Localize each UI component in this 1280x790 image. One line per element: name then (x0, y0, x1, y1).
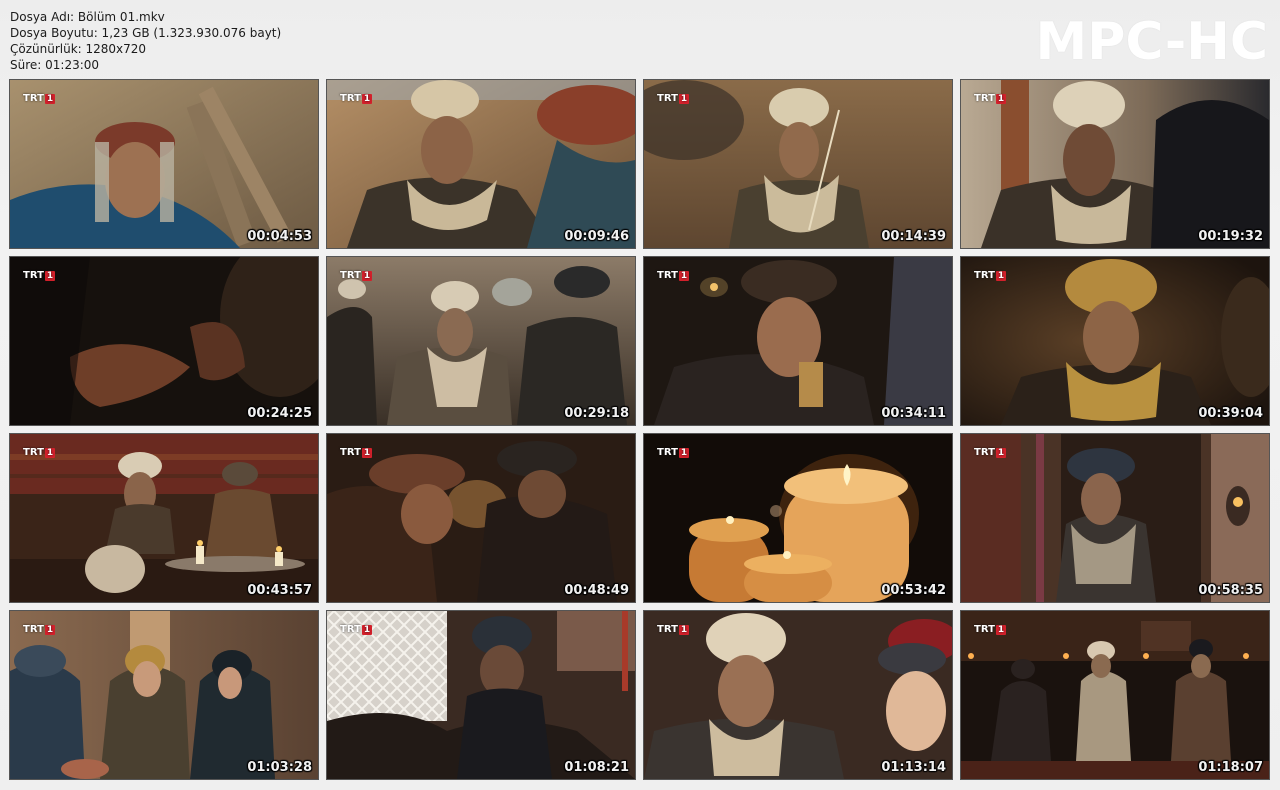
channel-logo: TRT 1 (23, 93, 56, 104)
channel-logo: TRT 1 (657, 447, 690, 458)
thumbnail[interactable]: TRT 1 00:19:32 (960, 79, 1270, 249)
timestamp-label: 00:14:39 (881, 229, 946, 244)
timestamp-label: 00:53:42 (881, 583, 946, 598)
channel-logo: TRT 1 (657, 93, 690, 104)
channel-logo: TRT 1 (974, 447, 1007, 458)
thumbnail[interactable]: TRT 1 00:09:46 (326, 79, 636, 249)
resolution-text: Çözünürlük: 1280x720 (10, 42, 147, 56)
scene-image (10, 80, 318, 248)
timestamp-label: 00:43:57 (247, 583, 312, 598)
channel-logo: TRT 1 (974, 624, 1007, 635)
scene-image (327, 80, 635, 248)
thumbnail[interactable]: TRT 1 00:14:39 (643, 79, 953, 249)
mpc-hc-logo: MPC-HC (1035, 12, 1268, 72)
scene-image (644, 257, 952, 425)
scene-image (644, 80, 952, 248)
channel-logo: TRT 1 (340, 270, 373, 281)
file-size-text: Dosya Boyutu: 1,23 GB (1.323.930.076 bay… (10, 26, 282, 40)
channel-logo: TRT 1 (340, 93, 373, 104)
thumbnail[interactable]: TRT 1 00:24:25 (9, 256, 319, 426)
scene-image (327, 434, 635, 602)
timestamp-label: 01:08:21 (564, 760, 629, 775)
thumbnail[interactable]: TRT 1 01:03:28 (9, 610, 319, 780)
scene-image (327, 611, 635, 779)
scene-image (644, 434, 952, 602)
thumbnail[interactable]: TRT 1 01:18:07 (960, 610, 1270, 780)
file-name-text: Dosya Adı: Bölüm 01.mkv (10, 10, 165, 24)
channel-logo: TRT 1 (340, 447, 373, 458)
thumbnail[interactable]: TRT 1 00:48:49 (326, 433, 636, 603)
timestamp-label: 00:48:49 (564, 583, 629, 598)
channel-logo: TRT 1 (974, 270, 1007, 281)
scene-image (961, 611, 1269, 779)
thumbnail[interactable]: TRT 1 00:04:53 (9, 79, 319, 249)
thumbnail[interactable]: TRT 1 01:13:14 (643, 610, 953, 780)
scene-image (961, 257, 1269, 425)
thumbnail[interactable]: TRT 1 00:29:18 (326, 256, 636, 426)
channel-logo: TRT 1 (657, 270, 690, 281)
timestamp-label: 00:19:32 (1198, 229, 1263, 244)
timestamp-label: 00:58:35 (1198, 583, 1263, 598)
file-info-panel: Dosya Adı: Bölüm 01.mkv Dosya Boyutu: 1,… (10, 9, 281, 73)
scene-image (327, 257, 635, 425)
thumbnail-grid: TRT 1 00:04:53 TRT 1 00:09:46 TRT 1 00:1… (9, 79, 1270, 780)
channel-logo: TRT 1 (23, 624, 56, 635)
channel-logo: TRT 1 (340, 624, 373, 635)
thumbnail[interactable]: TRT 1 00:39:04 (960, 256, 1270, 426)
thumbnail[interactable]: TRT 1 01:08:21 (326, 610, 636, 780)
scene-image (10, 434, 318, 602)
timestamp-label: 00:34:11 (881, 406, 946, 421)
scene-image (10, 257, 318, 425)
scene-image (961, 434, 1269, 602)
timestamp-label: 01:13:14 (881, 760, 946, 775)
thumbnail[interactable]: TRT 1 00:34:11 (643, 256, 953, 426)
scene-image (644, 611, 952, 779)
timestamp-label: 01:03:28 (247, 760, 312, 775)
thumbnail[interactable]: TRT 1 00:43:57 (9, 433, 319, 603)
channel-logo: TRT 1 (23, 447, 56, 458)
timestamp-label: 01:18:07 (1198, 760, 1263, 775)
timestamp-label: 00:24:25 (247, 406, 312, 421)
thumbnail[interactable]: TRT 1 00:53:42 (643, 433, 953, 603)
timestamp-label: 00:09:46 (564, 229, 629, 244)
channel-logo: TRT 1 (974, 93, 1007, 104)
duration-text: Süre: 01:23:00 (10, 58, 100, 72)
timestamp-label: 00:39:04 (1198, 406, 1263, 421)
timestamp-label: 00:04:53 (247, 229, 312, 244)
timestamp-label: 00:29:18 (564, 406, 629, 421)
scene-image (961, 80, 1269, 248)
thumbnail[interactable]: TRT 1 00:58:35 (960, 433, 1270, 603)
channel-logo: TRT 1 (23, 270, 56, 281)
scene-image (10, 611, 318, 779)
channel-logo: TRT 1 (657, 624, 690, 635)
